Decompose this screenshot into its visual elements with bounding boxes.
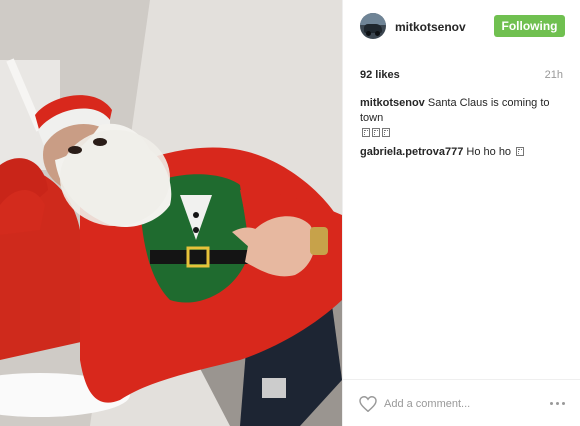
dot	[550, 401, 553, 405]
post-time[interactable]: 21h	[545, 69, 563, 81]
more-options-icon[interactable]	[550, 395, 565, 411]
comment-item: gabriela.petrova777 Ho ho ho	[360, 145, 565, 160]
dot	[562, 401, 565, 405]
instagram-post: mitkotsenov Following 92 likes 21h mitko…	[0, 0, 580, 426]
post-photo[interactable]	[0, 0, 342, 426]
comment-author-link[interactable]: gabriela.petrova777	[360, 146, 463, 158]
post-header: mitkotsenov Following	[343, 0, 580, 52]
heart-icon[interactable]	[359, 396, 377, 412]
likes-count[interactable]: 92 likes	[360, 69, 400, 81]
comment-text: Ho ho ho	[466, 146, 512, 158]
avatar-wheel	[366, 31, 371, 36]
emoji-glyph-icon	[372, 128, 380, 137]
emoji-glyph-icon	[516, 147, 525, 156]
comment-list: mitkotsenov Santa Claus is coming to tow…	[360, 96, 565, 164]
avatar[interactable]	[360, 13, 386, 39]
add-comment-input[interactable]	[384, 395, 534, 413]
dot	[556, 401, 559, 405]
emoji-glyph-icon	[362, 128, 370, 137]
caption: mitkotsenov Santa Claus is coming to tow…	[360, 96, 565, 141]
post-side-panel: mitkotsenov Following 92 likes 21h mitko…	[342, 0, 580, 426]
following-button[interactable]: Following	[494, 15, 565, 37]
username-link[interactable]: mitkotsenov	[395, 20, 466, 34]
avatar-wheel	[375, 31, 380, 36]
caption-author-link[interactable]: mitkotsenov	[360, 97, 425, 109]
emoji-glyph-icon	[382, 128, 390, 137]
post-footer	[343, 379, 580, 426]
selfie-photo	[0, 0, 342, 426]
